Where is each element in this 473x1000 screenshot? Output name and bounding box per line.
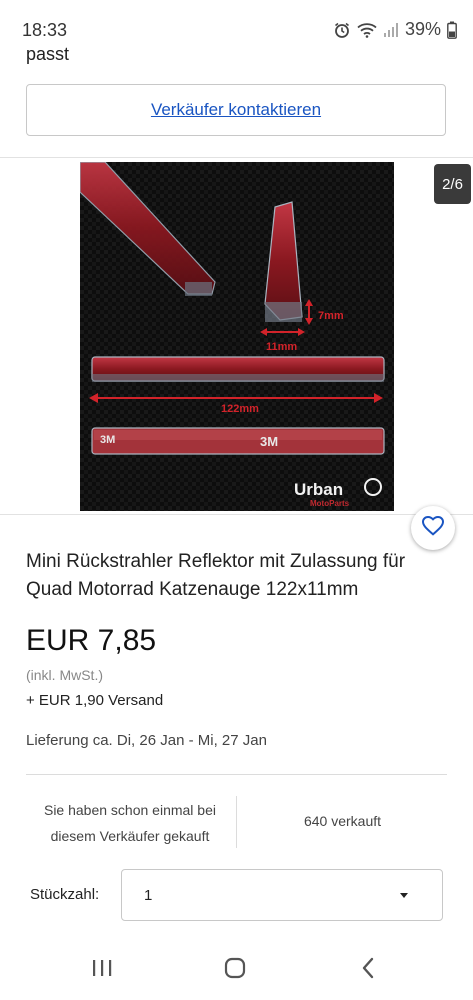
heart-icon bbox=[421, 515, 445, 541]
product-price: EUR 7,85 bbox=[26, 624, 157, 657]
add-to-watchlist-button[interactable] bbox=[411, 506, 455, 550]
image-counter-badge: 2/6 bbox=[434, 164, 471, 204]
back-button[interactable] bbox=[348, 954, 388, 986]
chevron-down-icon bbox=[400, 893, 408, 898]
divider bbox=[26, 774, 447, 775]
brand-logo-text: Urban bbox=[294, 480, 343, 499]
tape-brand-label-left: 3M bbox=[100, 434, 115, 446]
system-nav-bar bbox=[0, 940, 473, 1000]
recent-apps-button[interactable] bbox=[82, 954, 122, 986]
delivery-estimate: Lieferung ca. Di, 26 Jan - Mi, 27 Jan bbox=[26, 732, 267, 749]
home-button[interactable] bbox=[215, 954, 255, 986]
tape-brand-label-center: 3M bbox=[260, 434, 278, 449]
wifi-icon bbox=[357, 22, 377, 38]
dimension-height-label: 7mm bbox=[318, 310, 344, 322]
status-bar: 18:33 39% bbox=[0, 0, 473, 44]
signal-icon bbox=[383, 22, 399, 38]
purchased-before-note: Sie haben schon einmal bei diesem Verkäu… bbox=[43, 802, 216, 844]
quantity-value: 1 bbox=[144, 887, 153, 904]
status-icons: 39% bbox=[333, 19, 457, 40]
product-image[interactable]: 7mm 11mm 122mm 3M 3M Urban MotoParts bbox=[80, 162, 394, 511]
sold-count: 640 verkauft bbox=[303, 813, 382, 829]
quantity-select[interactable]: 1 bbox=[121, 869, 443, 921]
recent-apps-icon bbox=[91, 958, 113, 983]
tax-note: (inkl. MwSt.) bbox=[26, 667, 103, 683]
home-icon bbox=[224, 957, 246, 984]
quantity-label: Stückzahl: bbox=[30, 886, 100, 903]
shipping-cost: + EUR 1,90 Versand bbox=[26, 692, 164, 709]
stats-separator bbox=[236, 796, 237, 848]
product-title: Mini Rückstrahler Reflektor mit Zulassun… bbox=[26, 551, 406, 600]
divider bbox=[0, 514, 473, 515]
previous-section-text: passt bbox=[26, 44, 70, 64]
alarm-icon bbox=[333, 21, 351, 39]
contact-seller-button[interactable]: Verkäufer kontaktieren bbox=[26, 84, 446, 136]
back-icon bbox=[361, 957, 375, 984]
dimension-length-label: 122mm bbox=[221, 403, 259, 415]
status-time: 18:33 bbox=[22, 20, 68, 40]
brand-logo-subtext: MotoParts bbox=[310, 499, 350, 508]
battery-text: 39% bbox=[404, 19, 441, 39]
battery-icon bbox=[447, 21, 457, 39]
dimension-width-label: 11mm bbox=[266, 341, 297, 353]
image-gallery[interactable]: 7mm 11mm 122mm 3M 3M Urban MotoParts 2/6 bbox=[0, 158, 473, 514]
